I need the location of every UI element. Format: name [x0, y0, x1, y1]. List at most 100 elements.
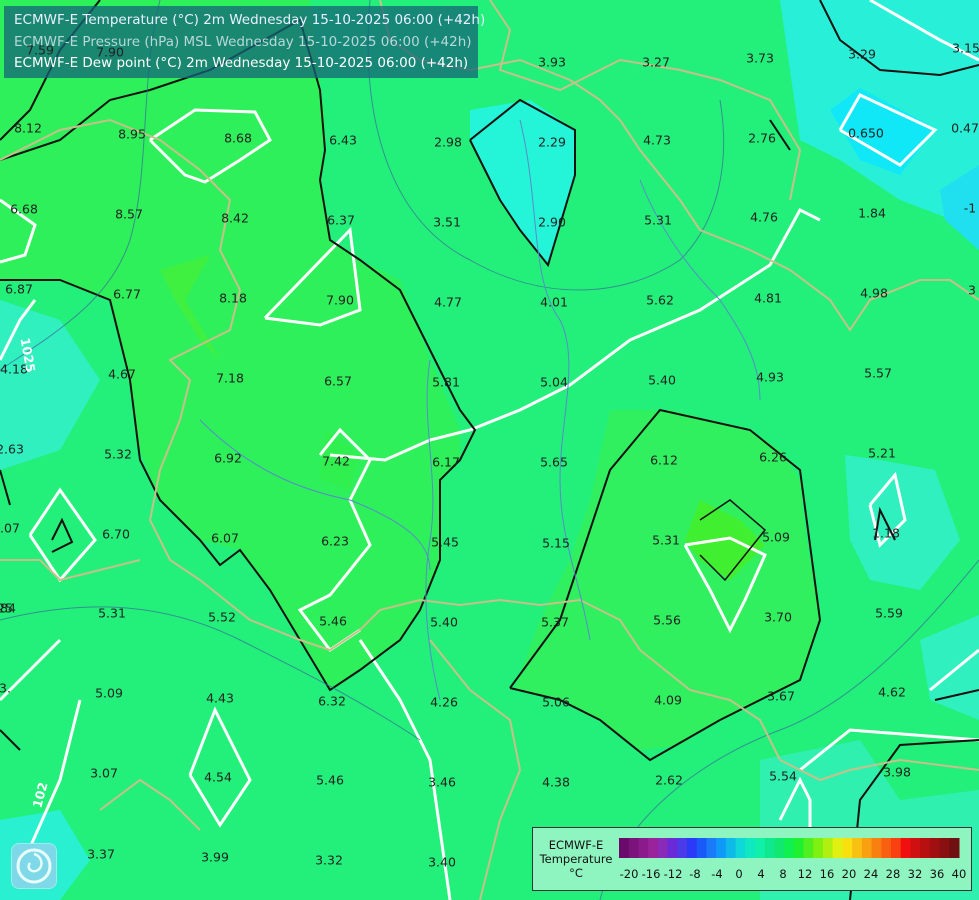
temperature-value: 5.31	[652, 532, 680, 548]
temperature-value: 8.18	[219, 290, 247, 306]
legend-swatch	[657, 838, 669, 858]
temperature-value: 3.51	[433, 214, 461, 230]
temperature-value: 4.76	[750, 209, 778, 225]
legend-swatch	[813, 838, 824, 858]
legend-swatch	[871, 838, 882, 858]
legend-swatch	[842, 838, 853, 858]
legend-swatch	[735, 838, 746, 858]
legend-tick-label: 0	[735, 867, 743, 881]
temperature-value: 5.09	[762, 529, 790, 545]
temperature-value: 3.46	[428, 774, 456, 790]
temperature-value: 3.32	[315, 852, 343, 868]
temperature-value: 8.68	[224, 130, 252, 146]
temperature-value: 3.70	[764, 609, 792, 625]
temperature-value: 6.17	[432, 454, 460, 470]
legend-swatch	[725, 838, 737, 858]
legend-tick-label: -12	[663, 867, 683, 881]
temperature-value: 4.54	[204, 769, 232, 785]
temperature-value: 5.54	[769, 768, 797, 784]
temperature-value: 3.37	[87, 846, 115, 862]
temperature-value: 6.37	[327, 212, 355, 228]
legend-swatch	[764, 838, 775, 858]
temperature-value: 4.62	[878, 684, 906, 700]
temperature-value: 6.23	[321, 533, 349, 549]
temperature-value: 4.98	[860, 285, 888, 301]
temperature-value: 7.59	[26, 42, 54, 58]
legend-swatch	[939, 838, 950, 858]
temperature-value: -1	[963, 200, 977, 216]
legend-tick-label: 8	[779, 867, 787, 881]
ecmwf-logo	[11, 843, 57, 889]
temperature-value: 5.40	[430, 614, 458, 630]
weather-map[interactable]: ECMWF-E Temperature (°C) 2m Wednesday 15…	[0, 0, 979, 900]
legend-swatch	[755, 838, 766, 858]
temperature-value: 5.21	[868, 445, 896, 461]
temperature-value: 6.87	[5, 281, 33, 297]
temperature-value: 4.09	[654, 692, 682, 708]
legend-swatch	[881, 838, 892, 858]
temperature-value: 25	[0, 600, 13, 616]
temperature-value: 4.01	[540, 294, 568, 310]
temperature-value: 1.18	[872, 525, 900, 541]
legend-tick-label: 32	[907, 867, 923, 881]
temperature-value: 8.57	[115, 206, 143, 222]
temperature-value: 3.98	[883, 764, 911, 780]
legend-swatch	[745, 838, 756, 858]
temperature-value: 5.40	[648, 372, 676, 388]
temperature-value: 3.15	[952, 40, 979, 56]
temperature-value: 5.46	[319, 613, 347, 629]
temperature-value: 3.27	[642, 54, 670, 70]
temperature-value: 2.62	[655, 772, 683, 788]
temperature-value: 3.	[0, 680, 11, 696]
legend-swatch	[949, 838, 960, 858]
legend-tick-label: -16	[641, 867, 661, 881]
legend-swatch	[910, 838, 921, 858]
temperature-value: 5.06	[542, 694, 570, 710]
legend-swatch	[920, 838, 931, 858]
legend-swatch	[667, 838, 678, 858]
temperature-value: 6.70	[102, 526, 130, 542]
temperature-value: 3.73	[746, 50, 774, 66]
temperature-value: 7.18	[216, 370, 244, 386]
legend-swatch	[861, 838, 873, 858]
legend-swatch	[716, 838, 727, 858]
map-canvas	[0, 0, 979, 900]
temperature-value: 4.77	[434, 294, 462, 310]
temperature-value: 5.09	[95, 685, 123, 701]
temperature-value: 1.07	[0, 520, 20, 536]
temperature-value: 5.04	[540, 374, 568, 390]
legend-swatch	[900, 838, 911, 858]
legend-swatch	[891, 838, 902, 858]
temperature-value: 2.76	[748, 130, 776, 146]
temperature-value: 4.43	[206, 690, 234, 706]
temperature-value: 4.73	[643, 132, 671, 148]
temperature-value: 2.63	[0, 441, 24, 457]
legend-tick-label: -4	[711, 867, 723, 881]
legend-tick-label: -8	[689, 867, 701, 881]
temperature-value: 5.31	[98, 605, 126, 621]
temperature-value: 5.31	[644, 212, 672, 228]
temperature-value: 5.15	[542, 535, 570, 551]
legend-swatch	[823, 838, 834, 858]
temperature-value: 5.62	[646, 292, 674, 308]
legend-swatch	[628, 838, 639, 858]
temperature-value: 3	[968, 282, 976, 298]
legend-swatch	[852, 838, 863, 858]
temperature-value: 6.68	[10, 201, 38, 217]
legend-tick-label: 40	[951, 867, 967, 881]
temperature-value: 5.45	[431, 534, 459, 550]
legend-tick-label: 12	[797, 867, 813, 881]
temperature-value: 0.47	[951, 120, 979, 136]
temperature-value: 4.67	[108, 366, 136, 382]
temperature-value: 2.29	[538, 134, 566, 150]
legend-tick-label: -20	[619, 867, 639, 881]
temperature-value: 8.95	[118, 126, 146, 142]
legend-tick-label: 20	[841, 867, 857, 881]
temperature-value: 3.93	[538, 54, 566, 70]
temperature-value: 3.67	[767, 688, 795, 704]
temperature-value: 3.99	[201, 849, 229, 865]
temperature-value: 6.12	[650, 452, 678, 468]
temperature-value: 4.26	[430, 694, 458, 710]
temperature-value: 5.65	[540, 454, 568, 470]
temperature-value: 5.56	[653, 612, 681, 628]
